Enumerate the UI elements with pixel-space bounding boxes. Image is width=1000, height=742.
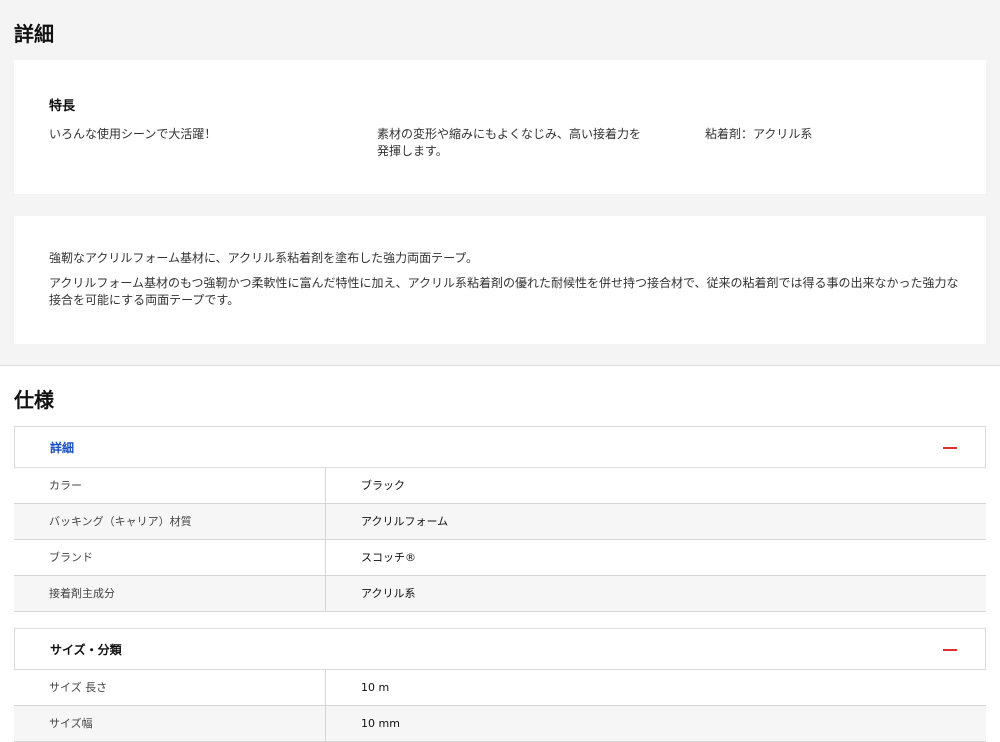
features-card: 特長 いろんな使用シーンで大活躍！ 素材の変形や縮みにもよくなじみ、高い接着力を…	[14, 60, 986, 194]
description-paragraph: アクリルフォーム基材のもつ強靭かつ柔軟性に富んだ特性に加え、アクリル系粘着剤の優…	[49, 276, 959, 307]
spec-label: 接着剤主成分	[14, 576, 326, 611]
spec-value: 10 m	[361, 681, 390, 694]
table-row: カラー ブラック	[14, 468, 986, 504]
spec-label: ブランド	[14, 540, 326, 575]
spec-label: カラー	[14, 468, 326, 503]
minus-icon[interactable]	[943, 447, 957, 449]
description-paragraph: 強靭なアクリルフォーム基材に、アクリル系粘着剤を塗布した強力両面テープ。	[49, 251, 479, 265]
table-row: サイズ 長さ 10 m	[14, 670, 986, 706]
feature-item: 素材の変形や縮みにもよくなじみ、高い接着力を発揮します。	[377, 127, 642, 158]
spec-table-details: カラー ブラック バッキング（キャリア）材質 アクリルフォーム ブランド スコッ…	[14, 468, 986, 612]
accordion-title: サイズ・分類	[50, 643, 122, 657]
description-card: 強靭なアクリルフォーム基材に、アクリル系粘着剤を塗布した強力両面テープ。 アクリ…	[14, 216, 986, 344]
table-row: ブランド スコッチ®	[14, 540, 986, 576]
spec-value: スコッチ®	[361, 551, 416, 564]
feature-item: 粘着剤：アクリル系	[705, 127, 813, 141]
minus-icon[interactable]	[943, 649, 957, 651]
spec-label: バッキング（キャリア）材質	[14, 504, 326, 539]
accordion-header-details[interactable]: 詳細	[14, 426, 986, 468]
spec-table-size: サイズ 長さ 10 m サイズ幅 10 mm	[14, 670, 986, 742]
spec-label: サイズ幅	[14, 706, 326, 741]
spec-label: サイズ 長さ	[14, 670, 326, 705]
specs-title: 仕様	[14, 388, 54, 412]
table-row: サイズ幅 10 mm	[14, 706, 986, 742]
table-row: 接着剤主成分 アクリル系	[14, 576, 986, 612]
spec-value: 10 mm	[361, 717, 400, 730]
details-section: 詳細 特長 いろんな使用シーンで大活躍！ 素材の変形や縮みにもよくなじみ、高い接…	[0, 0, 1000, 366]
feature-item: いろんな使用シーンで大活躍！	[49, 127, 217, 141]
spec-value: アクリルフォーム	[361, 515, 449, 528]
details-title: 詳細	[14, 22, 54, 46]
specs-section: 仕様 詳細 カラー ブラック バッキング（キャリア）材質 アクリルフォーム ブラ…	[0, 366, 1000, 742]
table-row: バッキング（キャリア）材質 アクリルフォーム	[14, 504, 986, 540]
features-heading: 特長	[49, 99, 76, 114]
spec-value: アクリル系	[361, 587, 416, 600]
spec-value: ブラック	[361, 479, 405, 492]
accordion-title: 詳細	[50, 441, 75, 455]
accordion-header-size[interactable]: サイズ・分類	[14, 628, 986, 670]
